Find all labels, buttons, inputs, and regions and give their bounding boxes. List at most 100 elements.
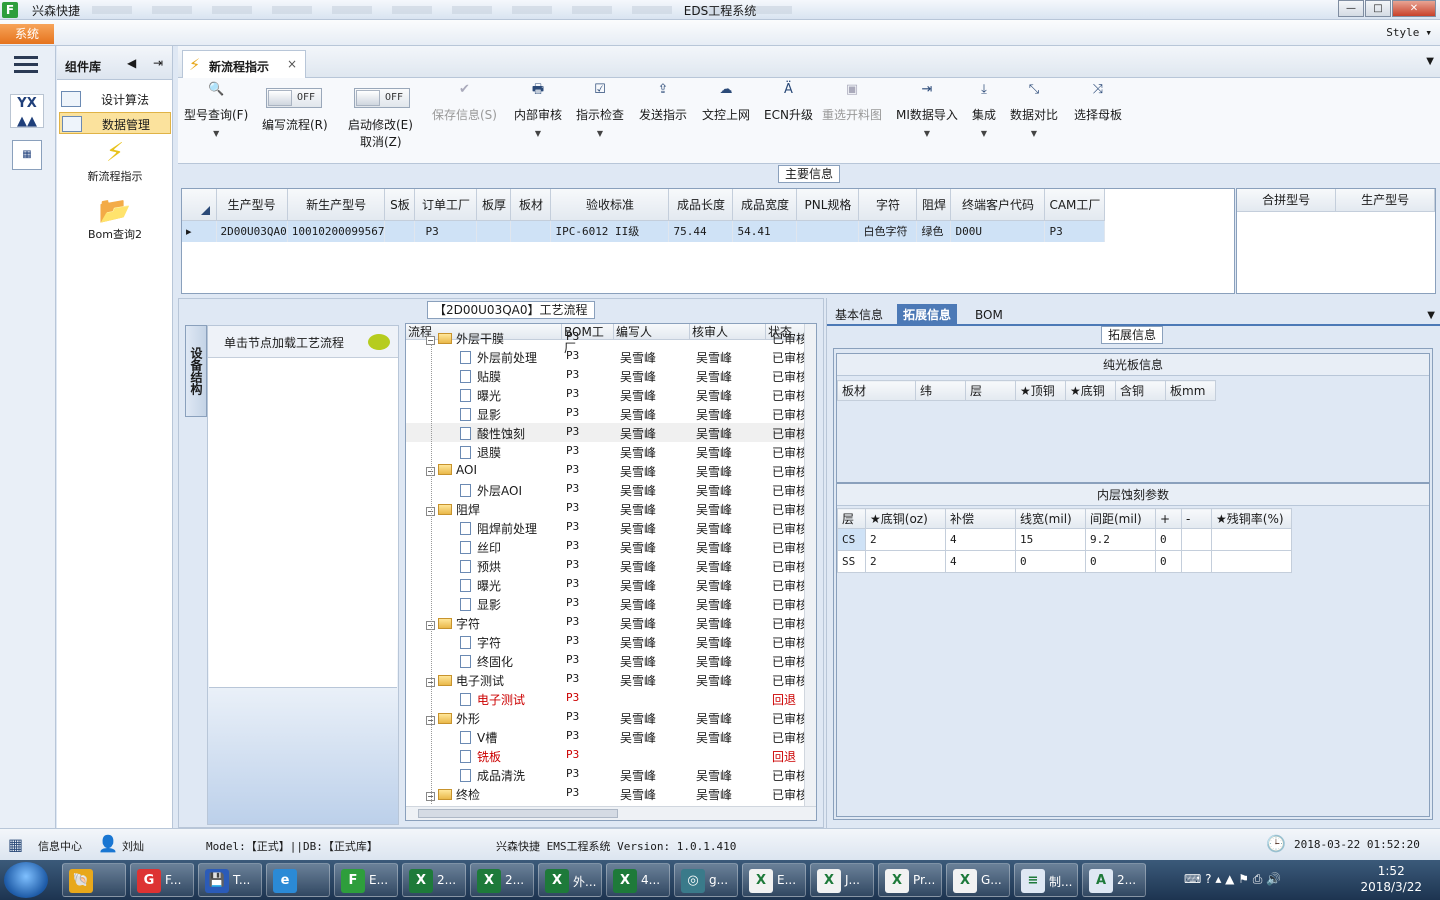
col-header[interactable]: 层 — [837, 508, 866, 529]
tree-node[interactable]: 曝光 — [460, 387, 501, 404]
col-header[interactable]: 合拼型号 — [1237, 189, 1337, 212]
taskbar-app-button[interactable]: X Pr... — [878, 863, 942, 897]
tree-row[interactable]: 酸性蚀刻 P3 吴雪峰 吴雪峰 已审核 — [406, 423, 808, 442]
taskbar-app-button[interactable]: A 2... — [1082, 863, 1146, 897]
cell[interactable]: 2 — [865, 550, 946, 573]
tree-row[interactable]: 贴膜 P3 吴雪峰 吴雪峰 已审核 — [406, 366, 808, 385]
col-header[interactable]: ★底铜 — [1065, 380, 1116, 401]
tree-row[interactable]: − 阻焊 P3 吴雪峰 吴雪峰 已审核 — [406, 499, 808, 518]
mi-data-import-button[interactable]: ⇥ MI数据导入 ▼ — [896, 82, 958, 138]
taskbar-app-button[interactable]: X J... — [810, 863, 874, 897]
tree-row[interactable]: − AOI P3 吴雪峰 吴雪峰 已审核 — [406, 461, 808, 480]
tree-node[interactable]: − 外形 — [426, 710, 480, 727]
cell[interactable]: 4 — [945, 550, 1016, 573]
close-button[interactable]: ✕ — [1392, 0, 1436, 17]
tab-new-process-instruction[interactable]: ⚡ 新流程指示 × — [182, 50, 306, 78]
tree-node[interactable]: − 外层干膜 — [426, 330, 504, 347]
tree-node[interactable]: 字符 — [460, 634, 501, 651]
taskbar-app-button[interactable]: X E... — [742, 863, 806, 897]
cell[interactable]: 4 — [945, 528, 1016, 551]
tab-extended-info[interactable]: 拓展信息 — [897, 304, 958, 326]
tree-node[interactable]: 曝光 — [460, 577, 501, 594]
cell[interactable]: 0 — [1155, 528, 1182, 551]
tab-equipment-structure[interactable]: 设备结构 — [185, 325, 207, 417]
col-header[interactable]: 成品长度 — [668, 189, 734, 221]
grid-icon[interactable]: ▦ — [8, 835, 23, 854]
cell[interactable]: SS — [837, 550, 866, 573]
taskbar-app-button[interactable]: G F... — [130, 863, 194, 897]
write-process-toggle[interactable]: OFF — [266, 88, 322, 108]
cell[interactable]: 0 — [1155, 550, 1182, 573]
tree-node[interactable]: − AOI — [426, 463, 477, 477]
start-modify-toggle[interactable]: OFF — [354, 88, 410, 108]
tree-node[interactable]: − 阻焊 — [426, 501, 480, 518]
send-instruction-button[interactable]: ⇪ 发送指示 — [639, 82, 687, 123]
tree-row[interactable]: 铣板 P3 回退 — [406, 746, 806, 765]
col-header[interactable]: ★底铜(oz) — [865, 508, 946, 529]
complib-new-process-instruction[interactable]: ⚡ 新流程指示 — [57, 138, 173, 184]
data-compare-button[interactable]: ⤡ 数据对比 ▼ — [1010, 82, 1058, 138]
tree-node[interactable]: 酸性蚀刻 — [460, 425, 525, 442]
tree-row[interactable]: 外层AOI P3 吴雪峰 吴雪峰 已审核 — [406, 480, 808, 499]
tree-node[interactable]: 丝印 — [460, 539, 501, 556]
tree-node[interactable]: V槽 — [460, 729, 497, 746]
taskbar-app-button[interactable]: X G... — [946, 863, 1010, 897]
col-header[interactable]: PNL规格 — [796, 189, 860, 221]
tree-row[interactable]: 丝印 P3 吴雪峰 吴雪峰 已审核 — [406, 537, 808, 556]
col-header[interactable]: 层 — [965, 380, 1016, 401]
tree-row[interactable]: 阻焊前处理 P3 吴雪峰 吴雪峰 已审核 — [406, 518, 808, 537]
taskbar-app-button[interactable]: 🐚 — [62, 863, 126, 897]
cell[interactable]: 0 — [1085, 550, 1156, 573]
ecn-upgrade-button[interactable]: Ä ECN升级 — [764, 82, 813, 123]
col-header[interactable]: ★顶铜 — [1015, 380, 1066, 401]
tree-node[interactable]: − 终检 — [426, 786, 480, 803]
tree-row[interactable]: 显影 P3 吴雪峰 吴雪峰 已审核 — [406, 404, 808, 423]
col-header[interactable]: 纬 — [915, 380, 966, 401]
collapse-left-icon[interactable]: ◀ — [127, 56, 136, 70]
col-header[interactable]: 板厚 — [476, 189, 512, 221]
cell[interactable] — [1211, 528, 1292, 551]
col-header[interactable]: ★残铜率(%) — [1211, 508, 1292, 529]
tree-row[interactable]: 退膜 P3 吴雪峰 吴雪峰 已审核 — [406, 442, 808, 461]
calculator-icon[interactable]: ▦ — [12, 140, 42, 170]
taskbar-app-button[interactable]: X 2... — [402, 863, 466, 897]
tree-row[interactable]: − 外层干膜 P3 已审核 — [406, 328, 808, 347]
info-center-link[interactable]: 信息中心 — [38, 838, 82, 854]
tree-node[interactable]: 终固化 — [460, 653, 513, 670]
taskbar-app-button[interactable]: X 4... — [606, 863, 670, 897]
tree-node[interactable]: 贴膜 — [460, 368, 501, 385]
col-header[interactable]: 线宽(mil) — [1015, 508, 1086, 529]
col-header[interactable]: 终端客户代码 — [950, 189, 1046, 221]
col-header[interactable]: S板 — [384, 189, 416, 221]
tree-node[interactable]: − 电子测试 — [426, 672, 504, 689]
minimize-button[interactable]: — — [1338, 0, 1364, 17]
hamburger-menu-icon[interactable] — [14, 56, 38, 76]
tree-node[interactable]: 外层前处理 — [460, 349, 537, 366]
cell[interactable] — [1211, 550, 1292, 573]
tray-icons[interactable]: ⌨ ? ▴ ▲ ⚑ ⎙ 🔊 — [1184, 872, 1281, 887]
cancel-label[interactable]: 取消(Z) — [360, 133, 402, 150]
tree-node[interactable]: 成品清洗 — [460, 767, 525, 784]
tree-node[interactable]: 外层AOI — [460, 482, 522, 499]
start-button[interactable] — [4, 862, 48, 898]
cell[interactable]: 2 — [865, 528, 946, 551]
col-header[interactable]: 间距(mil) — [1085, 508, 1156, 529]
tree-row[interactable]: 曝光 P3 吴雪峰 吴雪峰 已审核 — [406, 575, 808, 594]
tree-node[interactable]: 阻焊前处理 — [460, 520, 537, 537]
col-header[interactable]: 板材 — [510, 189, 552, 221]
col-header[interactable]: 订单工厂 — [414, 189, 478, 221]
tree-node[interactable]: 显影 — [460, 406, 501, 423]
taskbar-app-button[interactable]: 💾 T... — [198, 863, 262, 897]
scroll-thumb[interactable] — [418, 809, 618, 818]
col-header[interactable]: 新生产型号 — [287, 189, 386, 221]
col-header[interactable]: 验收标准 — [550, 189, 670, 221]
col-header[interactable]: 生产型号 — [216, 189, 288, 221]
horizontal-scrollbar[interactable] — [406, 806, 816, 820]
taskbar-app-button[interactable]: F E... — [334, 863, 398, 897]
col-header[interactable]: 补偿 — [945, 508, 1016, 529]
tree-node[interactable]: 退膜 — [460, 444, 501, 461]
integrate-button[interactable]: ⤓ 集成 ▼ — [972, 82, 996, 138]
taskbar-app-button[interactable]: e — [266, 863, 330, 897]
taskbar-app-button[interactable]: ◎ g... — [674, 863, 738, 897]
load-process-list[interactable] — [209, 358, 397, 688]
